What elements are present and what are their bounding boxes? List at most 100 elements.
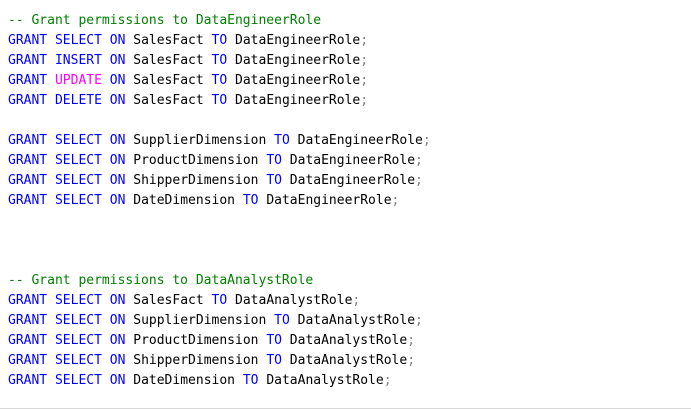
keyword-on: ON [109,93,126,108]
keyword-privilege: SELECT [54,293,102,308]
table-name: DateDimension [133,193,235,208]
keyword-grant: GRANT [8,353,48,368]
keyword-to: TO [274,313,290,328]
keyword-to: TO [242,193,259,208]
semicolon: ; [360,33,369,48]
blank-line[interactable] [8,231,431,251]
keyword-to: TO [211,73,228,88]
code-line[interactable]: GRANT SELECT ON SupplierDimension TO Dat… [8,131,431,151]
keyword-to: TO [211,93,228,108]
keyword-grant: GRANT [8,373,48,388]
keyword-grant: GRANT [8,313,48,328]
keyword-on: ON [109,153,126,168]
code-line[interactable]: GRANT DELETE ON SalesFact TO DataEnginee… [8,91,431,111]
table-name: ShipperDimension [133,173,259,188]
code-line[interactable]: GRANT SELECT ON DateDimension TO DataEng… [8,191,431,211]
semicolon: ; [407,333,416,348]
keyword-to: TO [211,53,228,68]
role-name: DataEngineerRole [235,33,361,48]
code-line[interactable]: GRANT SELECT ON ShipperDimension TO Data… [8,171,431,191]
semicolon: ; [360,93,369,108]
code-line[interactable]: GRANT SELECT ON ShipperDimension TO Data… [8,351,431,371]
blank-line[interactable] [8,111,431,131]
code-line[interactable]: GRANT SELECT ON SalesFact TO DataEnginee… [8,31,431,51]
keyword-privilege: SELECT [54,133,102,148]
keyword-privilege: SELECT [54,173,102,188]
keyword-to: TO [266,153,282,168]
table-name: ProductDimension [133,333,259,348]
keyword-grant: GRANT [8,153,48,168]
table-name: SupplierDimension [133,133,267,148]
keyword-on: ON [109,133,126,148]
role-name: DataEngineerRole [289,153,416,168]
keyword-privilege: DELETE [54,93,102,108]
keyword-grant: GRANT [8,133,48,148]
code-line[interactable]: GRANT UPDATE ON SalesFact TO DataEnginee… [8,71,431,91]
code-line[interactable]: GRANT INSERT ON SalesFact TO DataEnginee… [8,51,431,71]
comment-text: -- Grant permissions to DataAnalystRole [8,273,314,288]
role-name: DataAnalystRole [297,313,416,328]
code-area[interactable]: -- Grant permissions to DataEngineerRole… [8,11,431,391]
keyword-on: ON [109,313,126,328]
code-line[interactable]: GRANT SELECT ON DateDimension TO DataAna… [8,371,431,391]
keyword-to: TO [266,173,282,188]
table-name: SalesFact [133,93,204,108]
keyword-privilege: SELECT [54,313,102,328]
keyword-to: TO [211,293,228,308]
semicolon: ; [360,53,369,68]
role-name: DataAnalystRole [289,333,408,348]
keyword-on: ON [109,353,126,368]
role-name: DataAnalystRole [266,373,384,388]
keyword-to: TO [242,373,259,388]
keyword-grant: GRANT [8,53,48,68]
keyword-on: ON [109,193,126,208]
table-name: SalesFact [133,53,204,68]
keyword-on: ON [109,333,126,348]
keyword-privilege: SELECT [54,33,102,48]
comment-line[interactable]: -- Grant permissions to DataEngineerRole [8,11,431,31]
keyword-grant: GRANT [8,193,48,208]
semicolon: ; [422,133,431,148]
role-name: DataEngineerRole [235,73,361,88]
keyword-grant: GRANT [8,93,48,108]
semicolon: ; [383,373,392,388]
code-line[interactable]: GRANT SELECT ON SalesFact TO DataAnalyst… [8,291,431,311]
keyword-to: TO [266,353,282,368]
role-name: DataAnalystRole [235,293,353,308]
keyword-grant: GRANT [8,293,48,308]
code-line[interactable]: GRANT SELECT ON ProductDimension TO Data… [8,151,431,171]
semicolon: ; [415,153,423,168]
role-name: DataEngineerRole [235,53,361,68]
table-name: DateDimension [133,373,235,388]
semicolon: ; [407,353,416,368]
keyword-grant: GRANT [8,173,48,188]
keyword-privilege: SELECT [54,153,102,168]
table-name: SalesFact [133,293,204,308]
keyword-on: ON [109,33,126,48]
table-name: ShipperDimension [133,353,259,368]
semicolon: ; [415,313,423,328]
comment-line[interactable]: -- Grant permissions to DataAnalystRole [8,271,431,291]
code-line[interactable]: GRANT SELECT ON SupplierDimension TO Dat… [8,311,431,331]
table-name: SalesFact [133,73,204,88]
keyword-privilege: SELECT [54,353,102,368]
code-line[interactable]: GRANT SELECT ON ProductDimension TO Data… [8,331,431,351]
sql-editor[interactable]: -- Grant permissions to DataEngineerRole… [0,0,691,409]
table-name: ProductDimension [133,153,259,168]
keyword-privilege: SELECT [54,373,102,388]
keyword-on: ON [109,53,126,68]
blank-line[interactable] [8,211,431,231]
role-name: DataEngineerRole [266,193,392,208]
keyword-on: ON [109,373,126,388]
keyword-grant: GRANT [8,333,48,348]
keyword-to: TO [211,33,228,48]
blank-line[interactable] [8,251,431,271]
table-name: SalesFact [133,33,204,48]
table-name: SupplierDimension [133,313,267,328]
semicolon: ; [352,293,361,308]
role-name: DataEngineerRole [297,133,423,148]
role-name: DataEngineerRole [235,93,361,108]
role-name: DataEngineerRole [289,173,416,188]
comment-text: -- Grant permissions to DataEngineerRole [8,13,322,28]
keyword-privilege: INSERT [54,53,102,68]
